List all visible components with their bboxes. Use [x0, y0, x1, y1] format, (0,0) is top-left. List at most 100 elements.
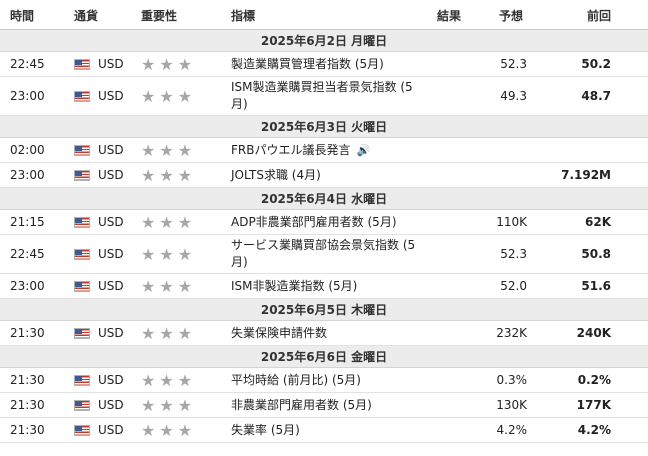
event-currency: USD — [74, 210, 124, 234]
currency-code: USD — [98, 373, 124, 387]
event-currency: USD — [74, 274, 124, 298]
event-time: 21:30 — [10, 326, 45, 340]
event-time: 23:00 — [10, 89, 45, 103]
event-forecast: 4.2% — [496, 423, 528, 437]
header-importance[interactable]: 重要性 — [141, 7, 177, 24]
event-time: 23:00 — [10, 168, 45, 182]
us-flag-icon — [74, 424, 90, 436]
event-forecast: 52.0 — [500, 279, 527, 293]
event-row[interactable]: 23:00 USD ★★★ ISM製造業購買担当者景気指数 (5月) 49.3 … — [0, 77, 648, 116]
currency-code: USD — [98, 215, 124, 229]
importance-stars: ★★★ — [141, 323, 197, 343]
event-row[interactable]: 21:30 USD ★★★ 非農業部門雇用者数 (5月) 130K 177K — [0, 393, 648, 418]
importance-stars: ★★★ — [141, 276, 197, 296]
event-currency: USD — [74, 321, 124, 345]
event-currency: USD — [74, 163, 124, 187]
importance-stars: ★★★ — [141, 395, 197, 415]
currency-code: USD — [98, 89, 124, 103]
event-forecast: 130K — [496, 398, 527, 412]
currency-code: USD — [98, 279, 124, 293]
header-forecast[interactable]: 予想 — [499, 7, 523, 24]
date-row: 2025年6月3日 火曜日 — [0, 116, 648, 138]
event-time: 21:15 — [10, 215, 45, 229]
header-result[interactable]: 結果 — [437, 7, 461, 24]
event-row[interactable]: 21:15 USD ★★★ ADP非農業部門雇用者数 (5月) 110K 62K — [0, 210, 648, 235]
us-flag-icon — [74, 399, 90, 411]
event-row[interactable]: 21:30 USD ★★★ 失業率 (5月) 4.2% 4.2% — [0, 418, 648, 443]
event-indicator[interactable]: 失業保険申請件数 — [231, 321, 421, 345]
date-row: 2025年6月5日 木曜日 — [0, 299, 648, 321]
event-indicator[interactable]: サービス業購買部協会景気指数 (5月) — [231, 235, 421, 273]
event-row[interactable]: 22:45 USD ★★★ サービス業購買部協会景気指数 (5月) 52.3 5… — [0, 235, 648, 274]
event-previous: 0.2% — [577, 373, 611, 387]
indicator-text: FRBパウエル議長発言 — [231, 142, 351, 157]
event-indicator[interactable]: 失業率 (5月) — [231, 418, 421, 442]
header-currency[interactable]: 通貨 — [74, 7, 98, 24]
importance-stars: ★★★ — [141, 420, 197, 440]
event-row[interactable]: 02:00 USD ★★★ FRBパウエル議長発言 🔊 — [0, 138, 648, 163]
us-flag-icon — [74, 248, 90, 260]
event-currency: USD — [74, 138, 124, 162]
us-flag-icon — [74, 327, 90, 339]
event-time: 22:45 — [10, 57, 45, 71]
event-forecast: 52.3 — [500, 57, 527, 71]
event-previous: 4.2% — [577, 423, 611, 437]
currency-code: USD — [98, 326, 124, 340]
us-flag-icon — [74, 169, 90, 181]
event-indicator[interactable]: 非農業部門雇用者数 (5月) — [231, 393, 421, 417]
calendar-header: 時間 通貨 重要性 指標 結果 予想 前回 — [0, 0, 648, 30]
event-indicator[interactable]: FRBパウエル議長発言 🔊 — [231, 138, 421, 162]
header-previous[interactable]: 前回 — [587, 7, 611, 24]
event-currency: USD — [74, 368, 124, 392]
event-indicator[interactable]: ISM非製造業指数 (5月) — [231, 274, 421, 298]
event-time: 21:30 — [10, 423, 45, 437]
date-row: 2025年6月4日 水曜日 — [0, 188, 648, 210]
currency-code: USD — [98, 247, 124, 261]
header-time[interactable]: 時間 — [10, 7, 34, 24]
event-indicator[interactable]: ADP非農業部門雇用者数 (5月) — [231, 210, 421, 234]
event-indicator[interactable]: ISM製造業購買担当者景気指数 (5月) — [231, 77, 421, 115]
event-indicator[interactable]: JOLTS求職 (4月) — [231, 163, 421, 187]
importance-stars: ★★★ — [141, 54, 197, 74]
us-flag-icon — [74, 280, 90, 292]
event-row[interactable]: 23:00 USD ★★★ ISM非製造業指数 (5月) 52.0 51.6 — [0, 274, 648, 299]
currency-code: USD — [98, 143, 124, 157]
event-previous: 48.7 — [581, 89, 611, 103]
us-flag-icon — [74, 144, 90, 156]
event-row[interactable]: 21:30 USD ★★★ 失業保険申請件数 232K 240K — [0, 321, 648, 346]
currency-code: USD — [98, 168, 124, 182]
event-previous: 51.6 — [581, 279, 611, 293]
importance-stars: ★★★ — [141, 86, 197, 106]
importance-stars: ★★★ — [141, 140, 197, 160]
date-row: 2025年6月6日 金曜日 — [0, 346, 648, 368]
event-time: 02:00 — [10, 143, 45, 157]
event-previous: 62K — [585, 215, 611, 229]
event-currency: USD — [74, 77, 124, 115]
speaker-icon[interactable]: 🔊 — [356, 142, 370, 159]
event-row[interactable]: 23:00 USD ★★★ JOLTS求職 (4月) 7.192M — [0, 163, 648, 188]
us-flag-icon — [74, 216, 90, 228]
event-currency: USD — [74, 235, 124, 273]
event-previous: 7.192M — [561, 168, 611, 182]
event-previous: 240K — [576, 326, 611, 340]
event-currency: USD — [74, 52, 124, 76]
event-forecast: 0.3% — [496, 373, 528, 387]
importance-stars: ★★★ — [141, 165, 197, 185]
importance-stars: ★★★ — [141, 244, 197, 264]
us-flag-icon — [74, 58, 90, 70]
event-row[interactable]: 22:45 USD ★★★ 製造業購買管理者指数 (5月) 52.3 50.2 — [0, 52, 648, 77]
event-forecast: 110K — [496, 215, 527, 229]
event-indicator[interactable]: 製造業購買管理者指数 (5月) — [231, 52, 421, 76]
event-indicator[interactable]: 平均時給 (前月比) (5月) — [231, 368, 421, 392]
us-flag-icon — [74, 374, 90, 386]
event-previous: 177K — [576, 398, 611, 412]
us-flag-icon — [74, 90, 90, 102]
event-forecast: 232K — [496, 326, 527, 340]
event-time: 22:45 — [10, 247, 45, 261]
header-indicator[interactable]: 指標 — [231, 7, 255, 24]
currency-code: USD — [98, 57, 124, 71]
event-time: 21:30 — [10, 398, 45, 412]
event-row[interactable]: 21:30 USD ★★★ 平均時給 (前月比) (5月) 0.3% 0.2% — [0, 368, 648, 393]
importance-stars: ★★★ — [141, 212, 197, 232]
event-currency: USD — [74, 393, 124, 417]
